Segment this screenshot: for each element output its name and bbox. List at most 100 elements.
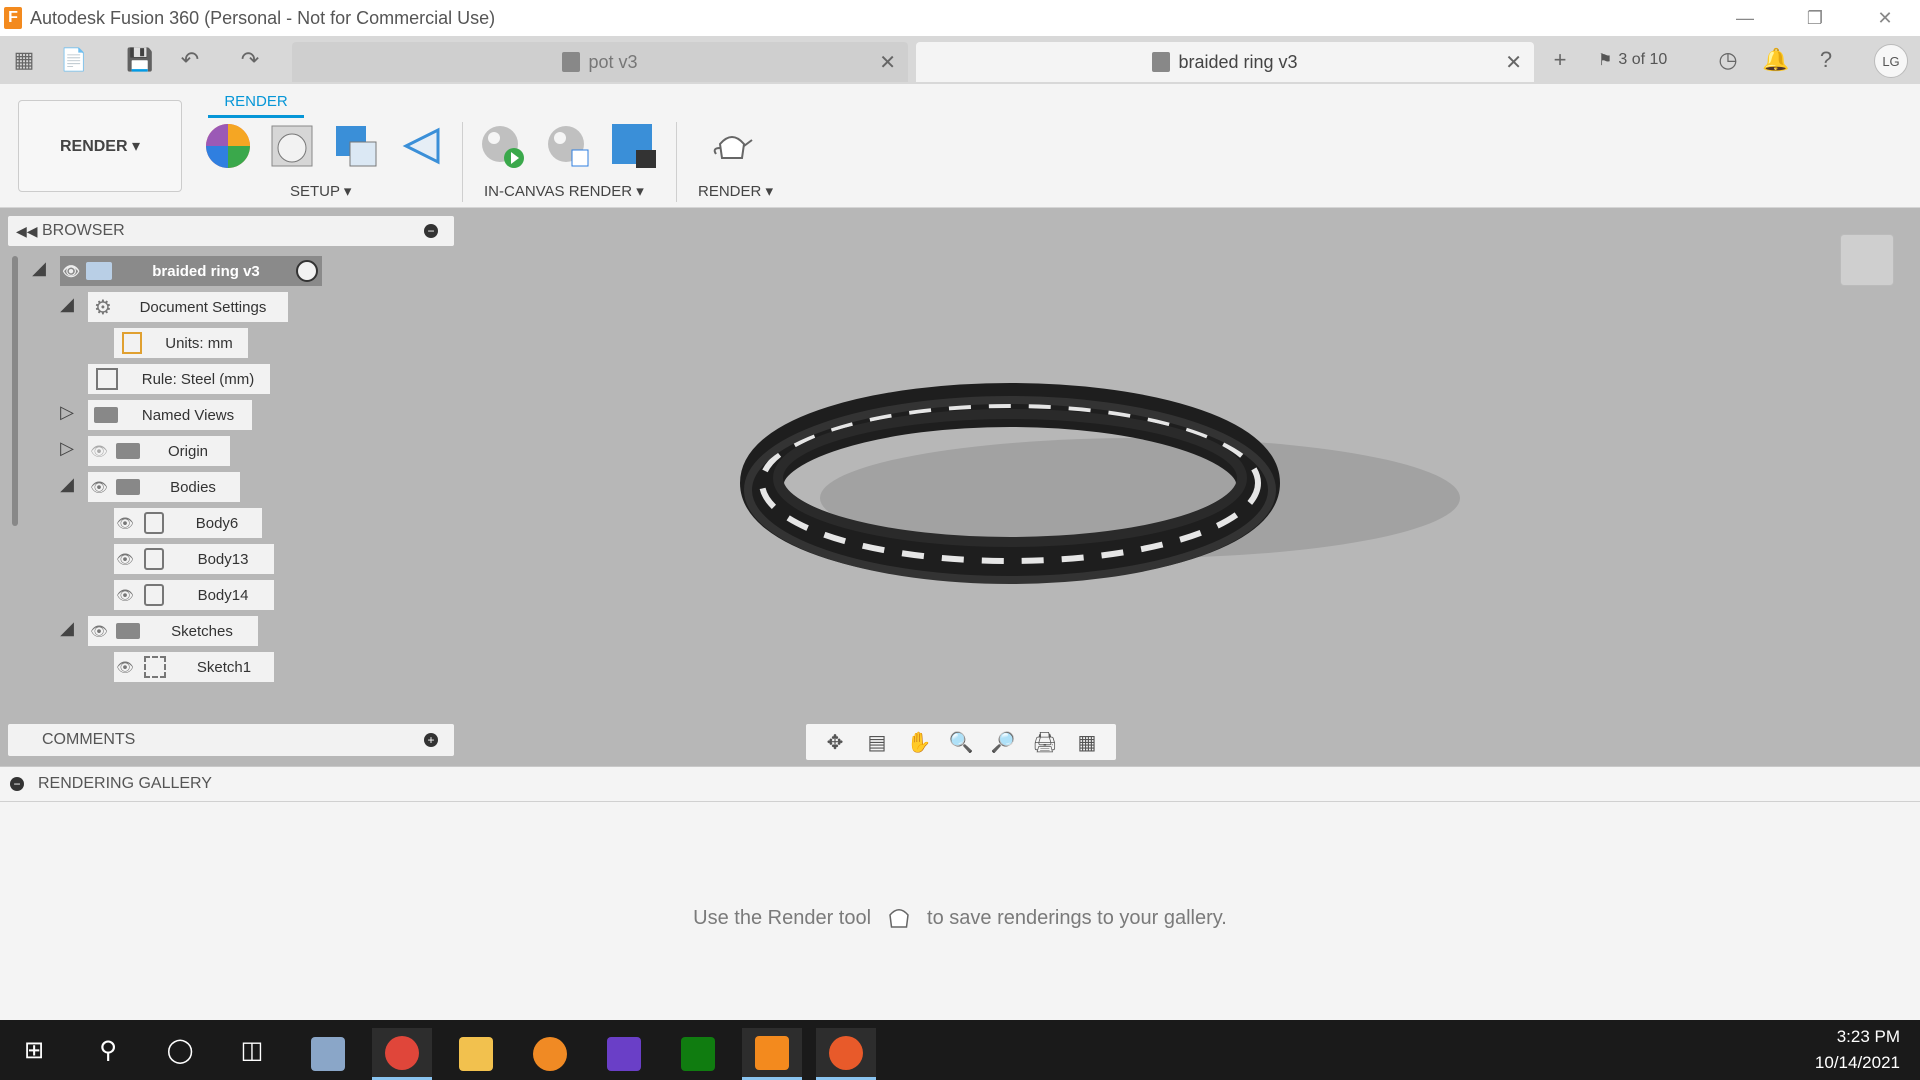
folder-icon (116, 623, 140, 639)
in-canvas-render-play-icon[interactable] (478, 122, 526, 170)
tab-render[interactable]: RENDER (208, 88, 304, 118)
taskbar-app-snipping-tool[interactable] (298, 1028, 358, 1080)
3d-canvas[interactable] (0, 208, 1920, 766)
help-icon[interactable]: ? (1812, 46, 1840, 74)
activate-radio-icon[interactable] (296, 260, 318, 282)
item-label: Body6 (195, 514, 239, 532)
visibility-eye-icon[interactable]: 👁 (114, 584, 136, 606)
taskbar-app-xbox[interactable] (668, 1028, 728, 1080)
redo-icon[interactable]: ↷ (236, 46, 264, 74)
data-panel-grid-icon[interactable]: ▦ (10, 46, 38, 74)
look-at-icon[interactable]: ▤ (863, 729, 891, 755)
close-window-button[interactable]: ✕ (1850, 0, 1920, 36)
notifications-bell-icon[interactable]: 🔔 (1762, 46, 1790, 74)
cortana-circle-icon[interactable]: ◯ (162, 1032, 198, 1068)
taskbar-app-circle[interactable] (816, 1028, 876, 1080)
setup-group-label[interactable]: SETUP ▾ (290, 182, 351, 200)
browser-scrollbar[interactable] (12, 256, 18, 526)
visibility-eye-icon[interactable]: 👁 (114, 656, 136, 678)
grid-settings-icon[interactable]: ▦ (1073, 729, 1101, 755)
browser-item-sketch1[interactable]: 👁 Sketch1 (114, 652, 274, 682)
workspace-switcher-button[interactable]: RENDER ▾ (18, 100, 182, 192)
viewcube[interactable] (1840, 234, 1894, 286)
taskbar-app-fusion-360[interactable] (742, 1028, 802, 1080)
body-icon (144, 512, 164, 534)
browser-root-node[interactable]: 👁 braided ring v3 (60, 256, 322, 286)
tab-label: pot v3 (588, 51, 638, 72)
item-label: Rule: Steel (mm) (141, 370, 255, 388)
visibility-eye-icon[interactable]: 👁 (60, 260, 82, 282)
taskbar-app-purple[interactable] (594, 1028, 654, 1080)
visibility-eye-icon[interactable]: 👁 (88, 620, 110, 642)
windows-taskbar: ⊞ ⚲ ◯ ◫ 3:23 PM 10/14/2021 (0, 1020, 1920, 1080)
in-canvas-render-group-label[interactable]: IN-CANVAS RENDER ▾ (484, 182, 644, 200)
save-icon[interactable]: 💾 (126, 46, 154, 74)
braided-ring-model[interactable] (740, 358, 1520, 618)
visibility-eye-icon[interactable]: 👁 (88, 476, 110, 498)
browser-item-document-settings[interactable]: ⚙ Document Settings (88, 292, 288, 322)
expand-triangle-icon[interactable]: ▷ (58, 438, 76, 459)
visibility-eye-icon[interactable]: 👁 (114, 512, 136, 534)
browser-item-named-views[interactable]: Named Views (88, 400, 252, 430)
file-menu-icon[interactable]: 📄 (60, 46, 88, 74)
tab-pot-v3[interactable]: pot v3 ✕ (292, 42, 908, 82)
decal-icon[interactable] (398, 122, 446, 170)
orbit-icon[interactable]: ✥ (821, 729, 849, 755)
capture-image-icon[interactable] (610, 122, 658, 170)
tab-braided-ring-v3[interactable]: braided ring v3 ✕ (916, 42, 1534, 82)
search-icon[interactable]: ⚲ (90, 1032, 126, 1068)
restore-button[interactable]: ❐ (1780, 0, 1850, 36)
close-tab-icon[interactable]: ✕ (1505, 50, 1522, 75)
item-label: Body13 (197, 550, 249, 568)
navigation-toolbar: ✥ ▤ ✋ 🔍 🔎 🖨 ▦ (806, 724, 1116, 760)
expand-triangle-icon[interactable]: ◢ (58, 618, 76, 639)
browser-item-body6[interactable]: 👁 Body6 (114, 508, 262, 538)
taskbar-app-chrome[interactable] (372, 1028, 432, 1080)
fit-window-icon[interactable]: 🔎 (989, 729, 1017, 755)
render-teapot-icon[interactable] (708, 122, 756, 170)
expand-triangle-icon[interactable]: ◢ (58, 474, 76, 495)
system-clock[interactable]: 3:23 PM 10/14/2021 (1815, 1024, 1900, 1076)
expand-triangle-icon[interactable]: ▷ (58, 402, 76, 423)
version-indicator[interactable]: ⚑ 3 of 10 (1598, 36, 1667, 84)
browser-title: BROWSER (42, 222, 125, 239)
pan-hand-icon[interactable]: ✋ (905, 729, 933, 755)
add-comment-icon[interactable]: + (424, 733, 438, 747)
close-tab-icon[interactable]: ✕ (879, 50, 896, 75)
gallery-collapse-icon[interactable]: − (10, 777, 24, 791)
scene-settings-icon[interactable] (268, 122, 316, 170)
windows-start-icon[interactable]: ⊞ (16, 1032, 52, 1068)
expand-triangle-icon[interactable]: ◢ (58, 294, 76, 315)
comments-panel-header[interactable]: COMMENTS + (8, 724, 454, 756)
browser-item-units[interactable]: Units: mm (114, 328, 248, 358)
taskbar-app-orange[interactable] (520, 1028, 580, 1080)
collapse-panel-icon[interactable]: ◀◀ (16, 223, 38, 240)
browser-item-bodies[interactable]: 👁 Bodies (88, 472, 240, 502)
in-canvas-render-settings-icon[interactable] (544, 122, 592, 170)
task-view-icon[interactable]: ◫ (234, 1032, 270, 1068)
window-title: Autodesk Fusion 360 (Personal - Not for … (30, 7, 496, 28)
new-tab-plus-icon[interactable]: + (1546, 46, 1574, 74)
job-status-clock-icon[interactable]: ◷ (1714, 46, 1742, 74)
browser-item-sketches[interactable]: 👁 Sketches (88, 616, 258, 646)
visibility-eye-icon[interactable]: 👁 (114, 548, 136, 570)
display-settings-icon[interactable]: 🖨 (1031, 729, 1059, 755)
undo-icon[interactable]: ↶ (176, 46, 204, 74)
browser-item-origin[interactable]: 👁 Origin (88, 436, 230, 466)
folder-icon (116, 443, 140, 459)
browser-panel-header[interactable]: ◀◀ BROWSER − (8, 216, 454, 246)
browser-minimize-icon[interactable]: − (424, 224, 438, 238)
browser-item-body14[interactable]: 👁 Body14 (114, 580, 274, 610)
rendering-gallery-header[interactable]: − RENDERING GALLERY (0, 766, 1920, 802)
render-group-label[interactable]: RENDER ▾ (698, 182, 773, 200)
browser-item-body13[interactable]: 👁 Body13 (114, 544, 274, 574)
user-avatar[interactable]: LG (1874, 44, 1908, 78)
texture-map-icon[interactable] (332, 122, 380, 170)
browser-item-rule[interactable]: Rule: Steel (mm) (88, 364, 270, 394)
zoom-icon[interactable]: 🔍 (947, 729, 975, 755)
minimize-button[interactable]: — (1710, 0, 1780, 36)
expand-triangle-icon[interactable]: ◢ (30, 258, 48, 279)
hidden-eye-icon[interactable]: 👁 (88, 440, 110, 462)
taskbar-app-file-explorer[interactable] (446, 1028, 506, 1080)
appearance-color-wheel-icon[interactable] (204, 122, 252, 170)
